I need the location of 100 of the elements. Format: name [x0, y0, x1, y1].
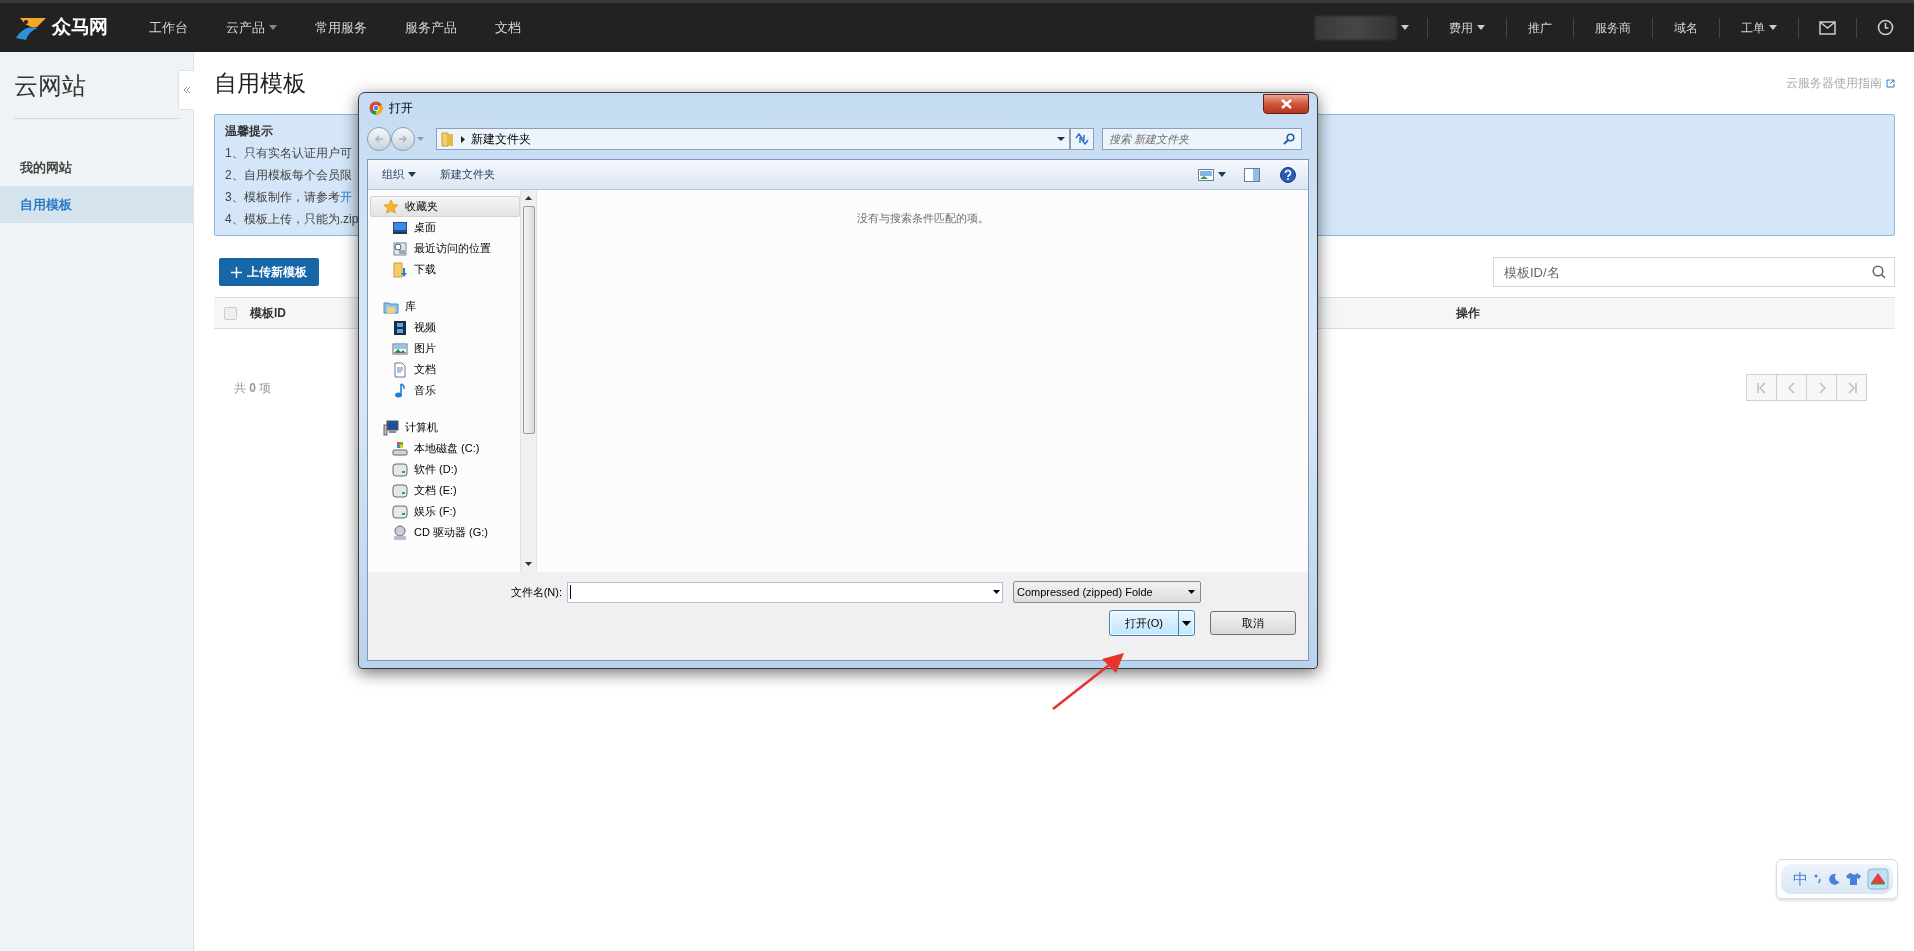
- nav-group-header[interactable]: 收藏夹: [370, 196, 520, 217]
- scroll-up-icon[interactable]: [525, 196, 532, 200]
- organize-menu[interactable]: 组织: [380, 166, 418, 183]
- column-header: 模板ID: [250, 305, 286, 322]
- drive-icon: [392, 482, 408, 499]
- monitor-icon: [392, 219, 408, 236]
- notice-line: 3、模板制作，请参考开: [225, 189, 352, 206]
- dropdown-caret-icon[interactable]: [1057, 137, 1065, 141]
- breadcrumb-arrow-icon: [461, 135, 465, 143]
- logo-text[interactable]: 众马网: [52, 13, 108, 42]
- nav-link[interactable]: 云产品: [206, 17, 296, 38]
- search-icon[interactable]: [1872, 265, 1886, 279]
- nav-group-header[interactable]: 计算机: [370, 417, 520, 438]
- search-field[interactable]: 搜索 新建文件夹: [1102, 128, 1302, 150]
- select-all-checkbox[interactable]: [224, 306, 237, 320]
- filename-field[interactable]: [567, 581, 1003, 603]
- punctuation-icon[interactable]: [1814, 874, 1822, 884]
- help-icon[interactable]: [1280, 166, 1296, 183]
- caret-icon: [1401, 25, 1409, 30]
- notice-line: 4、模板上传，只能为.zip: [225, 211, 359, 228]
- clock-icon[interactable]: [1877, 19, 1894, 36]
- nav-link[interactable]: 推广: [1506, 17, 1573, 38]
- nav-item[interactable]: 桌面: [370, 217, 520, 238]
- nav-group-header[interactable]: 库: [370, 296, 520, 317]
- refresh-icon: [1075, 133, 1089, 145]
- download-folder-icon: [392, 261, 408, 278]
- open-options-button[interactable]: [1178, 611, 1194, 635]
- nav-link[interactable]: 工单: [1719, 17, 1798, 38]
- close-icon: [1280, 99, 1292, 109]
- view-icon[interactable]: [1198, 168, 1214, 181]
- scroll-down-icon[interactable]: [525, 562, 532, 566]
- nav-link[interactable]: 域名: [1652, 17, 1719, 38]
- history-caret-icon: [417, 137, 424, 141]
- caret-icon: [1218, 172, 1226, 177]
- star-icon: [383, 198, 399, 215]
- disc-drive-icon: [392, 524, 408, 541]
- cancel-button[interactable]: 取消: [1210, 611, 1296, 635]
- music-note-icon: [392, 382, 408, 399]
- scrollbar[interactable]: [520, 190, 536, 572]
- new-folder-button[interactable]: 新建文件夹: [440, 166, 495, 183]
- nav-item[interactable]: 文档 (E:): [370, 480, 520, 501]
- nav-item[interactable]: 下载: [370, 259, 520, 280]
- dropdown-caret-icon: [1188, 590, 1195, 594]
- upload-button[interactable]: 上传新模板: [219, 258, 319, 286]
- forward-button[interactable]: [391, 127, 415, 151]
- nav-item[interactable]: 本地磁盘 (C:): [370, 438, 520, 459]
- nav-link[interactable]: 工作台: [129, 17, 207, 38]
- computer-icon: [383, 419, 399, 436]
- mail-icon[interactable]: [1819, 20, 1836, 35]
- windows-drive-icon: [392, 440, 408, 457]
- shirt-icon[interactable]: [1846, 873, 1861, 885]
- close-button[interactable]: [1263, 94, 1309, 114]
- breadcrumb-item[interactable]: 新建文件夹: [471, 130, 531, 148]
- recent-places-icon: [392, 240, 408, 257]
- empty-message: 没有与搜索条件匹配的项。: [856, 211, 989, 226]
- sidebar-item[interactable]: 我的网站: [0, 149, 193, 186]
- notice-title: 温馨提示: [225, 123, 273, 140]
- nav-item[interactable]: 娱乐 (F:): [370, 501, 520, 522]
- browser-icon: [369, 101, 383, 115]
- nav-item[interactable]: 软件 (D:): [370, 459, 520, 480]
- address-bar[interactable]: 新建文件夹: [436, 128, 1070, 150]
- collapse-icon: [182, 86, 191, 94]
- nav-link[interactable]: 文档: [475, 17, 540, 38]
- nav-link[interactable]: 服务产品: [385, 17, 476, 38]
- search-field[interactable]: 模板ID/名: [1493, 257, 1895, 287]
- document-icon: [392, 361, 408, 378]
- folder-icon: [441, 131, 455, 147]
- back-button[interactable]: [367, 127, 391, 151]
- nav-item[interactable]: CD 驱动器 (G:): [370, 522, 520, 543]
- nav-link[interactable]: 费用: [1427, 17, 1506, 38]
- forward-arrow-icon: [398, 134, 408, 144]
- nav-item[interactable]: 音乐: [370, 380, 520, 401]
- dialog-title: 打开: [389, 100, 413, 117]
- nav-item[interactable]: 最近访问的位置: [370, 238, 520, 259]
- search-icon: [1283, 133, 1295, 145]
- column-header: 操作: [1456, 305, 1481, 322]
- external-link-icon: [1886, 78, 1895, 88]
- total-count: 共 0 项: [234, 379, 272, 397]
- drive-icon: [392, 461, 408, 478]
- moon-icon[interactable]: [1828, 873, 1840, 885]
- dropdown-caret-icon: [993, 590, 1000, 594]
- image-icon: [392, 340, 408, 357]
- back-arrow-icon: [374, 134, 384, 144]
- preview-pane-icon[interactable]: [1244, 167, 1260, 182]
- nav-item[interactable]: 图片: [370, 338, 520, 359]
- first-page-icon: [1755, 381, 1768, 394]
- film-icon: [392, 319, 408, 336]
- drive-icon: [392, 503, 408, 520]
- watermelon-icon[interactable]: [1867, 868, 1889, 890]
- refresh-button[interactable]: [1070, 128, 1094, 150]
- nav-item[interactable]: 视频: [370, 317, 520, 338]
- plus-icon: [231, 266, 242, 278]
- filename-label: 文件名(N):: [509, 584, 562, 600]
- nav-link[interactable]: 服务商: [1573, 17, 1652, 38]
- notice-line: 2、自用模板每个会员限: [225, 167, 352, 184]
- nav-link[interactable]: 常用服务: [295, 17, 386, 38]
- file-type-select[interactable]: Compressed (zipped) Folde: [1013, 581, 1201, 603]
- nav-item[interactable]: 文档: [370, 359, 520, 380]
- doc-link[interactable]: 开: [339, 190, 352, 204]
- caret-icon: [1182, 620, 1191, 626]
